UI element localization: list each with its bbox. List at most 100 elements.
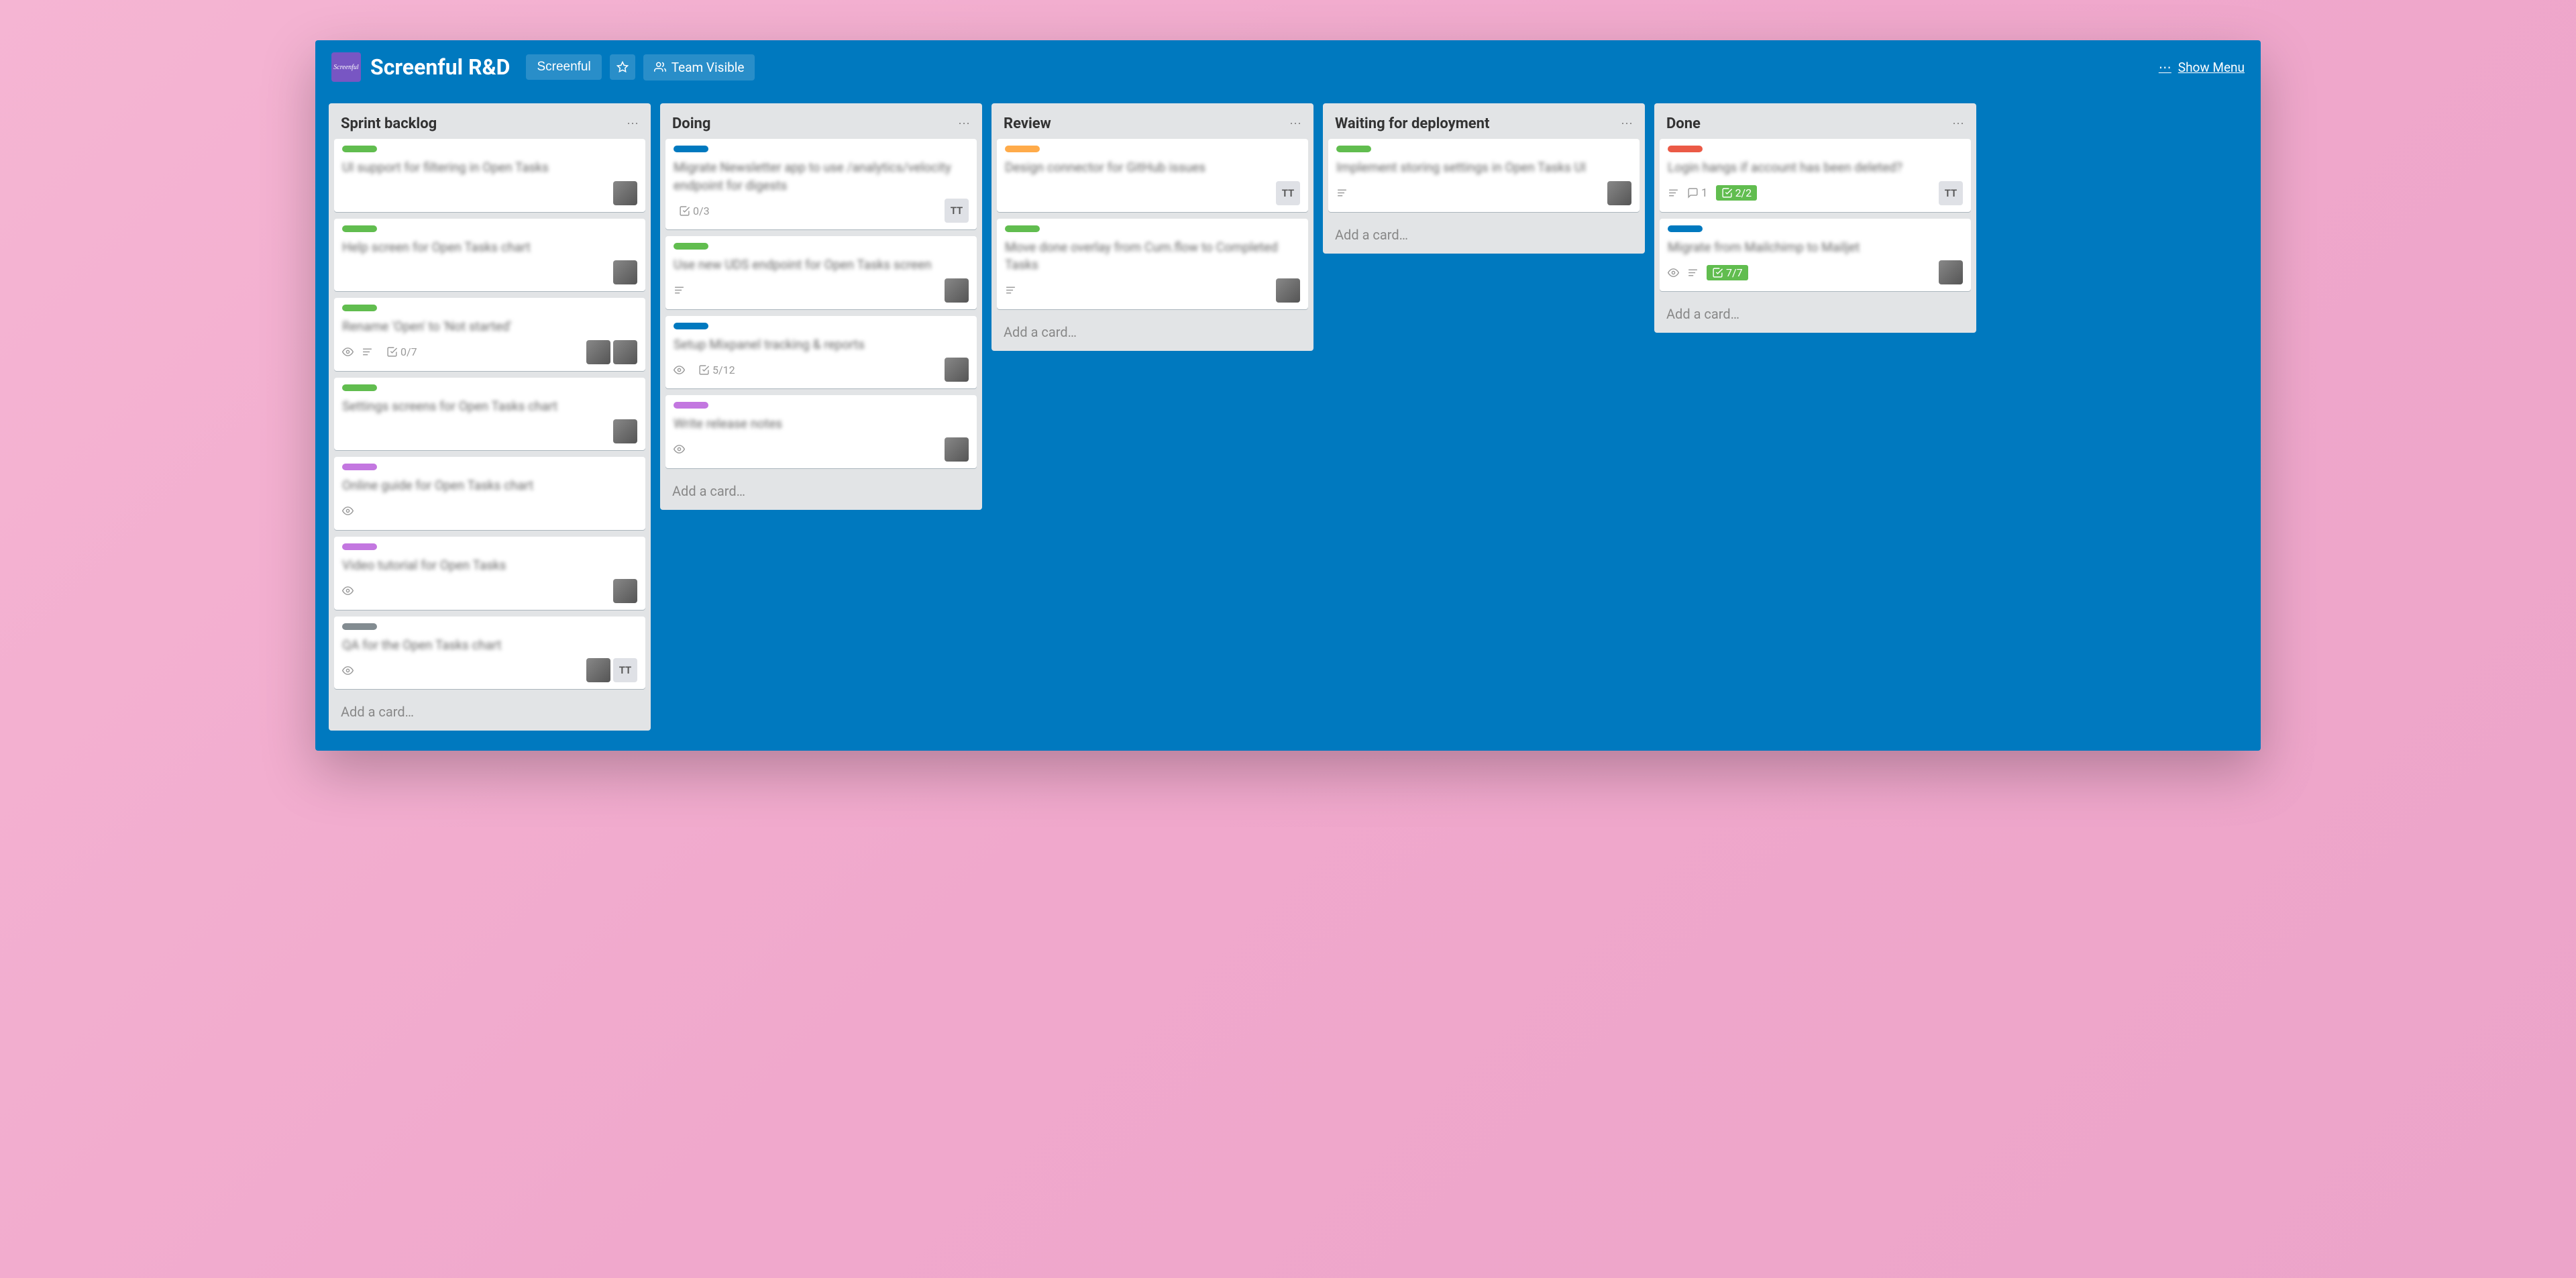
card-label-green[interactable] — [1005, 225, 1040, 232]
list-menu-button[interactable]: ⋯ — [958, 117, 970, 131]
card-label-blue[interactable] — [674, 323, 708, 329]
card[interactable]: Help screen for Open Tasks chart — [334, 219, 645, 292]
show-menu-button[interactable]: ⋯ Show Menu — [2159, 60, 2245, 75]
list-menu-button[interactable]: ⋯ — [627, 117, 639, 131]
list: Review ⋯ Design connector for GitHub iss… — [991, 103, 1313, 351]
card[interactable]: Setup Mixpanel tracking & reports 5/12 — [665, 316, 977, 389]
card-badges: 0/7 — [342, 344, 423, 360]
card-title: QA for the Open Tasks chart — [342, 637, 637, 655]
visibility-button[interactable]: Team Visible — [643, 54, 755, 81]
card-members — [1607, 181, 1631, 205]
card-label-gray[interactable] — [342, 623, 377, 630]
list-menu-button[interactable]: ⋯ — [1621, 117, 1633, 131]
member-avatar[interactable] — [1939, 260, 1963, 284]
card[interactable]: Rename 'Open' to 'Not started' 0/7 — [334, 298, 645, 371]
desc-badge — [1668, 187, 1679, 199]
card[interactable]: Implement storing settings in Open Tasks… — [1328, 139, 1640, 212]
card-label-purple[interactable] — [342, 464, 377, 470]
card[interactable]: Use new UDS endpoint for Open Tasks scre… — [665, 236, 977, 309]
card-label-orange[interactable] — [1005, 146, 1040, 152]
team-logo[interactable]: Screenful — [331, 52, 361, 82]
card-label-green[interactable] — [1336, 146, 1371, 152]
card[interactable]: Migrate from Mailchimp to Mailjet 7/7 — [1660, 219, 1971, 292]
list: Sprint backlog ⋯ UI support for filterin… — [329, 103, 651, 731]
list-menu-button[interactable]: ⋯ — [1952, 117, 1964, 131]
card-label-blue[interactable] — [1668, 225, 1703, 232]
card[interactable]: Settings screens for Open Tasks chart — [334, 378, 645, 451]
card-label-green[interactable] — [342, 384, 377, 391]
card-members — [1276, 278, 1300, 303]
eye-icon — [342, 665, 354, 676]
member-avatar[interactable] — [586, 658, 610, 682]
add-card-button[interactable]: Add a card… — [1328, 219, 1640, 254]
card-title: Move done overlay from Cum.flow to Compl… — [1005, 239, 1300, 274]
card-label-purple[interactable] — [342, 543, 377, 550]
team-name-button[interactable]: Screenful — [526, 54, 601, 80]
list-header: Review ⋯ — [997, 110, 1308, 139]
card-badges — [1005, 284, 1016, 296]
board-canvas[interactable]: Sprint backlog ⋯ UI support for filterin… — [315, 94, 2261, 751]
member-avatar[interactable] — [945, 437, 969, 462]
card[interactable]: Move done overlay from Cum.flow to Compl… — [997, 219, 1308, 309]
card-label-green[interactable] — [674, 243, 708, 250]
card[interactable]: Online guide for Open Tasks chart — [334, 457, 645, 530]
add-card-button[interactable]: Add a card… — [997, 316, 1308, 351]
card[interactable]: Migrate Newsletter app to use /analytics… — [665, 139, 977, 229]
member-avatar[interactable] — [586, 340, 610, 364]
card-label-blue[interactable] — [674, 146, 708, 152]
member-avatar-initials[interactable]: TT — [1939, 181, 1963, 205]
list-title[interactable]: Doing — [672, 115, 710, 132]
member-avatar[interactable] — [613, 419, 637, 443]
member-avatar[interactable] — [613, 579, 637, 603]
member-avatar-initials[interactable]: TT — [945, 199, 969, 223]
board-title[interactable]: Screenful R&D — [370, 54, 510, 80]
watch-badge — [342, 585, 354, 596]
list-menu-button[interactable]: ⋯ — [1289, 117, 1301, 131]
member-avatar-initials[interactable]: TT — [1276, 181, 1300, 205]
star-button[interactable] — [610, 54, 635, 80]
card-members: TT — [586, 658, 637, 682]
card-members — [945, 278, 969, 303]
member-avatar[interactable] — [613, 181, 637, 205]
member-avatar[interactable] — [1607, 181, 1631, 205]
member-avatar[interactable] — [613, 340, 637, 364]
checklist-badge: 0/3 — [674, 203, 715, 219]
member-avatar[interactable] — [945, 358, 969, 382]
checklist-badge: 7/7 — [1707, 265, 1748, 280]
list-title[interactable]: Done — [1666, 115, 1701, 132]
list-title[interactable]: Sprint backlog — [341, 115, 437, 132]
card[interactable]: Video tutorial for Open Tasks — [334, 537, 645, 610]
add-card-button[interactable]: Add a card… — [665, 475, 977, 510]
show-menu-label: Show Menu — [2178, 60, 2245, 75]
card-label-purple[interactable] — [674, 402, 708, 409]
card-members — [586, 340, 637, 364]
desc-badge — [1687, 267, 1699, 278]
description-icon — [1668, 187, 1679, 199]
add-card-button[interactable]: Add a card… — [1660, 298, 1971, 333]
member-avatar[interactable] — [945, 278, 969, 303]
card-label-green[interactable] — [342, 146, 377, 152]
card[interactable]: UI support for filtering in Open Tasks — [334, 139, 645, 212]
member-avatar[interactable] — [1276, 278, 1300, 303]
card-label-red[interactable] — [1668, 146, 1703, 152]
card-badges — [674, 443, 685, 455]
description-icon — [1687, 267, 1699, 278]
list-title[interactable]: Waiting for deployment — [1335, 115, 1489, 132]
card-label-green[interactable] — [342, 305, 377, 311]
card[interactable]: Write release notes — [665, 395, 977, 468]
checklist-badge: 0/7 — [381, 344, 423, 360]
card-label-green[interactable] — [342, 225, 377, 232]
member-avatar-initials[interactable]: TT — [613, 658, 637, 682]
card[interactable]: QA for the Open Tasks chart TT — [334, 617, 645, 690]
list-title[interactable]: Review — [1004, 115, 1051, 132]
eye-icon — [1668, 267, 1679, 278]
card-members — [613, 419, 637, 443]
member-avatar[interactable] — [613, 260, 637, 284]
card-members: TT — [1939, 181, 1963, 205]
card-title: Design connector for GitHub issues — [1005, 159, 1300, 177]
card[interactable]: Design connector for GitHub issues TT — [997, 139, 1308, 212]
card-badges — [342, 665, 354, 676]
card[interactable]: Login hangs if account has been deleted?… — [1660, 139, 1971, 212]
add-card-button[interactable]: Add a card… — [334, 696, 645, 731]
card-members — [613, 260, 637, 284]
